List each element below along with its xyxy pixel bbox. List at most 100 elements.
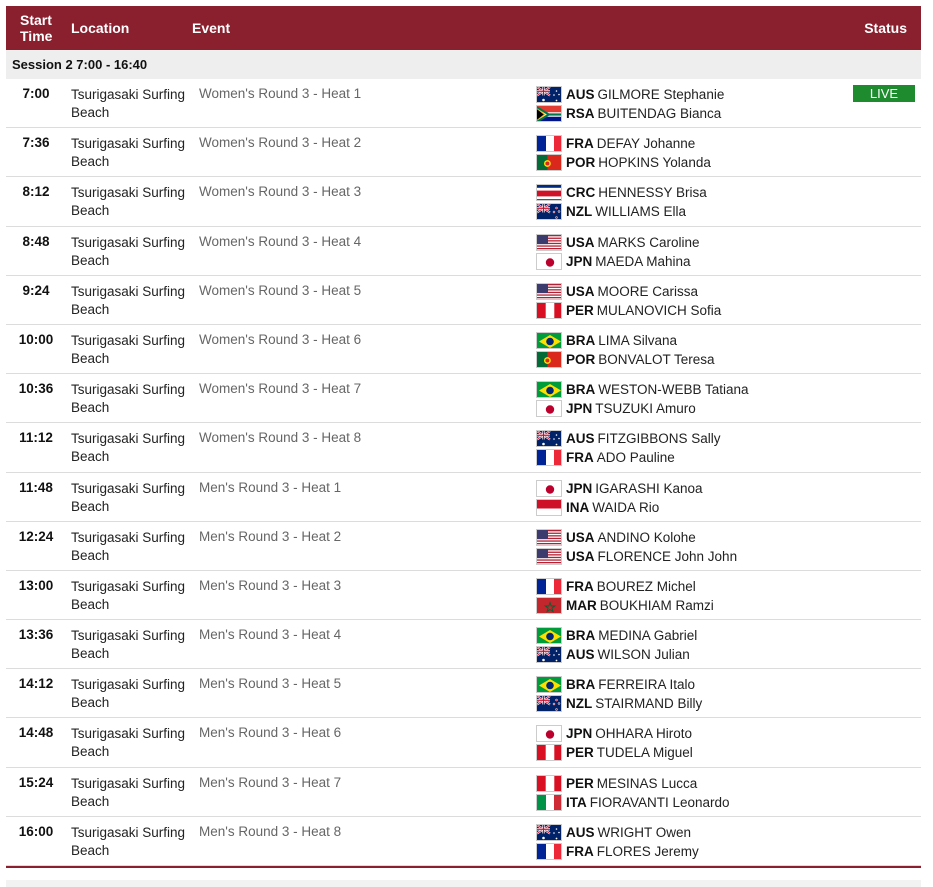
row-event[interactable]: Women's Round 3 - Heat 6	[199, 332, 361, 347]
athlete-entry[interactable]: FRA DEFAY Johanne	[536, 134, 711, 153]
live-status-badge[interactable]: LIVE	[853, 85, 915, 102]
athlete-entry[interactable]: USA MOORE Carissa	[536, 282, 721, 301]
athlete-entry[interactable]: PER TUDELA Miguel	[536, 743, 693, 762]
table-row[interactable]: 13:00 Tsurigasaki Surfing Beach Men's Ro…	[6, 571, 921, 621]
athlete-entry[interactable]: AUS GILMORE Stephanie	[536, 85, 724, 104]
athlete-entry[interactable]: POR HOPKINS Yolanda	[536, 153, 711, 172]
row-location-line1: Tsurigasaki Surfing	[71, 283, 186, 299]
athlete-entry[interactable]: USA ANDINO Kolohe	[536, 528, 737, 547]
athlete-entry[interactable]: JPN MAEDA Mahina	[536, 252, 700, 271]
athlete-entry[interactable]: NZL STAIRMAND Billy	[536, 694, 702, 713]
header-status[interactable]: Status	[864, 20, 907, 36]
row-event[interactable]: Men's Round 3 - Heat 3	[199, 578, 341, 593]
athlete-entry[interactable]: CRC HENNESSY Brisa	[536, 183, 707, 202]
athlete-entry[interactable]: POR BONVALOT Teresa	[536, 350, 715, 369]
mar-flag-icon	[536, 596, 562, 614]
row-event[interactable]: Men's Round 3 - Heat 1	[199, 480, 341, 495]
row-athletes: BRA MEDINA Gabriel AUS WILSON Julian	[536, 626, 697, 664]
athlete-entry[interactable]: FRA BOUREZ Michel	[536, 577, 714, 596]
athlete-noc: BRA	[566, 382, 596, 398]
header-start-time[interactable]: Start Time	[20, 12, 60, 44]
table-row[interactable]: 10:36 Tsurigasaki Surfing Beach Women's …	[6, 374, 921, 424]
fra-flag-icon	[536, 135, 562, 153]
row-location: Tsurigasaki Surfing Beach	[71, 184, 191, 220]
athlete-name: IGARASHI Kanoa	[595, 480, 703, 496]
table-row[interactable]: 14:48 Tsurigasaki Surfing Beach Men's Ro…	[6, 718, 921, 768]
athlete-entry[interactable]: NZL WILLIAMS Ella	[536, 202, 707, 221]
row-location: Tsurigasaki Surfing Beach	[71, 676, 191, 712]
header-event[interactable]: Event	[192, 20, 230, 36]
rsa-flag-icon	[536, 105, 562, 122]
table-row[interactable]: 7:36 Tsurigasaki Surfing Beach Women's R…	[6, 128, 921, 178]
athlete-noc: FRA	[566, 136, 594, 152]
table-row[interactable]: 14:12 Tsurigasaki Surfing Beach Men's Ro…	[6, 669, 921, 719]
athlete-entry[interactable]: PER MULANOVICH Sofia	[536, 301, 721, 320]
athlete-entry[interactable]: BRA WESTON-WEBB Tatiana	[536, 380, 749, 399]
row-event[interactable]: Men's Round 3 - Heat 7	[199, 775, 341, 790]
athlete-noc: BRA	[566, 332, 596, 348]
athlete-entry[interactable]: BRA MEDINA Gabriel	[536, 626, 697, 645]
table-row[interactable]: 16:00 Tsurigasaki Surfing Beach Men's Ro…	[6, 817, 921, 866]
row-athletes: JPN OHHARA Hiroto PER TUDELA Miguel	[536, 724, 693, 762]
row-athletes: FRA DEFAY Johanne POR HOPKINS Yolanda	[536, 134, 711, 172]
athlete-entry[interactable]: FRA FLORES Jeremy	[536, 842, 699, 861]
row-location-line1: Tsurigasaki Surfing	[71, 775, 186, 791]
table-row[interactable]: 7:00 Tsurigasaki Surfing Beach Women's R…	[6, 79, 921, 129]
table-row[interactable]: 11:12 Tsurigasaki Surfing Beach Women's …	[6, 423, 921, 473]
table-row[interactable]: 8:48 Tsurigasaki Surfing Beach Women's R…	[6, 227, 921, 276]
athlete-name: WILLIAMS Ella	[595, 204, 687, 220]
row-event[interactable]: Men's Round 3 - Heat 8	[199, 824, 341, 839]
athlete-entry[interactable]: PER MESINAS Lucca	[536, 774, 730, 793]
bottom-bar	[6, 880, 921, 887]
table-row[interactable]: 11:48 Tsurigasaki Surfing Beach Men's Ro…	[6, 473, 921, 522]
row-location-line2: Beach	[71, 695, 110, 711]
row-location-line1: Tsurigasaki Surfing	[71, 677, 186, 693]
athlete-entry[interactable]: ITA FIORAVANTI Leonardo	[536, 793, 730, 812]
row-event[interactable]: Women's Round 3 - Heat 7	[199, 381, 361, 396]
aus-flag-icon	[536, 823, 562, 841]
table-row[interactable]: 13:36 Tsurigasaki Surfing Beach Men's Ro…	[6, 620, 921, 670]
row-start-time: 16:00	[18, 823, 54, 839]
table-row[interactable]: 12:24 Tsurigasaki Surfing Beach Men's Ro…	[6, 522, 921, 571]
athlete-entry[interactable]: BRA FERREIRA Italo	[536, 675, 702, 694]
row-event[interactable]: Women's Round 3 - Heat 8	[199, 430, 361, 445]
athlete-entry[interactable]: MAR BOUKHIAM Ramzi	[536, 596, 714, 615]
athlete-entry[interactable]: RSA BUITENDAG Bianca	[536, 104, 724, 123]
row-start-time: 14:48	[18, 725, 54, 741]
athlete-entry[interactable]: INA WAIDA Rio	[536, 498, 703, 517]
row-event[interactable]: Women's Round 3 - Heat 1	[199, 86, 361, 101]
athlete-entry[interactable]: FRA ADO Pauline	[536, 448, 721, 467]
athlete-entry[interactable]: AUS WRIGHT Owen	[536, 823, 699, 842]
row-start-time: 13:36	[18, 627, 54, 643]
athlete-name: FLORENCE John John	[597, 548, 738, 564]
athlete-entry[interactable]: USA MARKS Caroline	[536, 233, 700, 252]
row-event[interactable]: Women's Round 3 - Heat 5	[199, 283, 361, 298]
athlete-entry[interactable]: JPN OHHARA Hiroto	[536, 724, 693, 743]
bottom-divider	[6, 866, 921, 868]
row-event[interactable]: Men's Round 3 - Heat 2	[199, 529, 341, 544]
table-row[interactable]: 15:24 Tsurigasaki Surfing Beach Men's Ro…	[6, 768, 921, 817]
header-location[interactable]: Location	[71, 20, 129, 36]
athlete-entry[interactable]: AUS WILSON Julian	[536, 645, 697, 664]
row-athletes: BRA LIMA Silvana POR BONVALOT Teresa	[536, 331, 715, 369]
usa-flag-icon	[536, 528, 562, 546]
athlete-entry[interactable]: BRA LIMA Silvana	[536, 331, 715, 350]
table-row[interactable]: 8:12 Tsurigasaki Surfing Beach Women's R…	[6, 177, 921, 227]
row-event[interactable]: Women's Round 3 - Heat 4	[199, 234, 361, 249]
table-row[interactable]: 9:24 Tsurigasaki Surfing Beach Women's R…	[6, 276, 921, 325]
row-event[interactable]: Women's Round 3 - Heat 3	[199, 184, 361, 199]
athlete-name: FERREIRA Italo	[598, 677, 696, 693]
por-flag-icon	[536, 154, 562, 172]
table-row[interactable]: 10:00 Tsurigasaki Surfing Beach Women's …	[6, 325, 921, 375]
athlete-name: BOUKHIAM Ramzi	[599, 597, 714, 613]
athlete-entry[interactable]: JPN TSUZUKI Amuro	[536, 399, 749, 418]
athlete-entry[interactable]: AUS FITZGIBBONS Sally	[536, 429, 721, 448]
athlete-entry[interactable]: JPN IGARASHI Kanoa	[536, 479, 703, 498]
athlete-noc: PER	[566, 775, 594, 791]
row-event[interactable]: Women's Round 3 - Heat 2	[199, 135, 361, 150]
row-event[interactable]: Men's Round 3 - Heat 4	[199, 627, 341, 642]
athlete-entry[interactable]: USA FLORENCE John John	[536, 547, 737, 566]
row-event[interactable]: Men's Round 3 - Heat 6	[199, 725, 341, 740]
row-location-line1: Tsurigasaki Surfing	[71, 726, 186, 742]
row-event[interactable]: Men's Round 3 - Heat 5	[199, 676, 341, 691]
